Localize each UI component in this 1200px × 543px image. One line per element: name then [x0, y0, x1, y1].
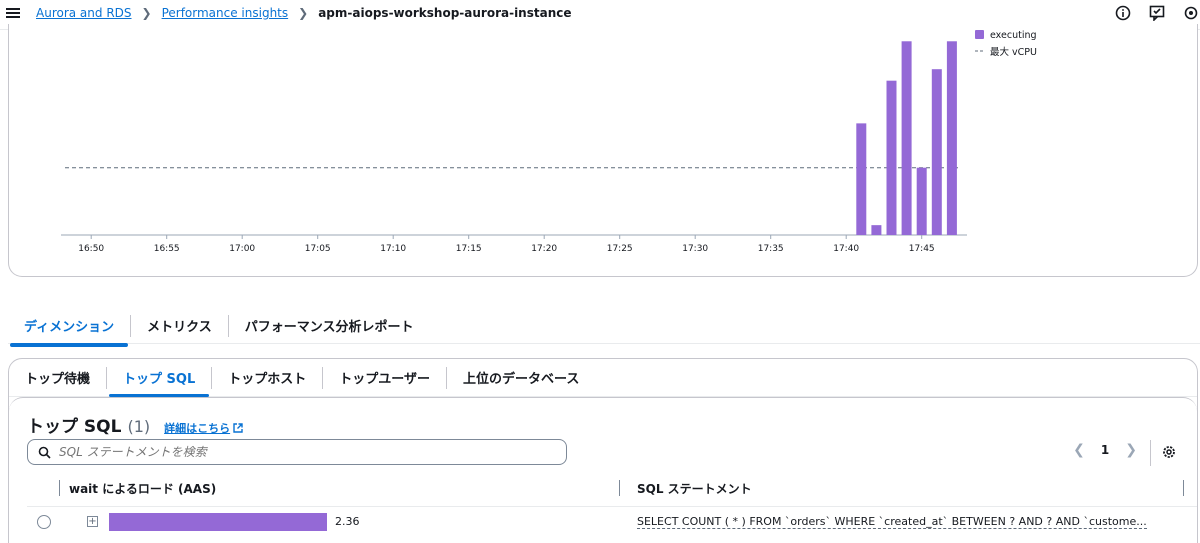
x-tick-label-1725: 17:25 — [607, 244, 633, 254]
x-tick-label-1700: 17:00 — [229, 244, 255, 254]
pager-divider — [1150, 440, 1151, 466]
breadcrumb: Aurora and RDS ❯ Performance insights ❯ … — [36, 6, 572, 20]
x-tick-label-1720: 17:20 — [531, 244, 557, 254]
tab-top-sql[interactable]: トップ SQL — [107, 363, 211, 397]
page-number[interactable]: 1 — [1101, 443, 1109, 457]
legend-swatch-executing — [975, 30, 984, 39]
tab-top-databases[interactable]: 上位のデータベース — [447, 363, 595, 393]
dimension-tab-bar: ディメンション メトリクス パフォーマンス分析レポート — [8, 308, 1200, 347]
info-icon[interactable] — [1114, 4, 1132, 22]
sub-tab-bar: トップ待機 トップ SQL トップホスト トップユーザー 上位のデータベース — [9, 359, 1197, 397]
breadcrumb-current: apm-aiops-workshop-aurora-instance — [318, 6, 572, 20]
bar-1745 — [916, 167, 927, 235]
x-tick-label-1715: 17:15 — [456, 244, 482, 254]
pagination: ❮ 1 ❯ — [1073, 442, 1137, 458]
table-column-headers: wait によるロード (AAS) SQL ステートメント — [27, 478, 1197, 498]
legend-label-executing: executing — [990, 30, 1037, 41]
search-icon — [38, 446, 51, 459]
x-tick-label-1655: 16:55 — [154, 244, 180, 254]
table-row: + 2.36 SELECT COUNT ( * ) FROM `orders` … — [27, 506, 1197, 536]
top-sql-table-card: トップ SQL (1) 詳細はこちら ❮ 1 ❯ wait によるロード (AA… — [9, 397, 1197, 543]
external-link-icon — [233, 423, 243, 433]
tab-top-users[interactable]: トップユーザー — [323, 363, 446, 393]
x-tick-label-1650: 16:50 — [78, 244, 104, 254]
row-select-radio[interactable] — [37, 515, 51, 529]
db-load-chart-card: 16:50 16:55 17:00 17:05 17:10 17:15 17:20 17:25… — [8, 24, 1198, 277]
x-tick-label-1740: 17:40 — [833, 244, 859, 254]
legend-label-max-vcpu: 最大 vCPU — [990, 46, 1037, 58]
info-link[interactable]: 詳細はこちら — [164, 420, 243, 436]
top-dimensions-panel: トップ待機 トップ SQL トップホスト トップユーザー 上位のデータベース ト… — [8, 358, 1198, 543]
chevron-right-icon: ❯ — [141, 6, 152, 20]
chevron-right-icon[interactable]: ❯ — [1125, 442, 1137, 458]
sql-search-field[interactable] — [27, 439, 567, 465]
bar-1747 — [946, 41, 957, 236]
bar-1746 — [931, 69, 942, 235]
menu-icon[interactable] — [6, 6, 20, 20]
breadcrumb-link-performance-insights[interactable]: Performance insights — [162, 6, 289, 20]
column-header-sql[interactable]: SQL ステートメント — [637, 480, 752, 497]
settings-gear-icon[interactable] — [1182, 4, 1200, 22]
x-tick-label-1710: 17:10 — [380, 244, 406, 254]
chevron-left-icon[interactable]: ❮ — [1073, 442, 1085, 458]
load-bar — [109, 513, 327, 531]
bar-1744 — [901, 41, 912, 236]
bar-1742 — [871, 225, 882, 235]
table-header: トップ SQL (1) 詳細はこちら — [27, 412, 243, 437]
db-load-chart: 16:50 16:55 17:00 17:05 17:10 17:15 17:20 17:25… — [61, 30, 1037, 254]
bar-1741 — [856, 123, 867, 235]
tab-top-hosts[interactable]: トップホスト — [212, 363, 322, 393]
column-divider[interactable] — [619, 480, 620, 496]
tab-performance-analysis-report[interactable]: パフォーマンス分析レポート — [229, 311, 430, 341]
x-tick-label-1745: 17:45 — [909, 244, 935, 254]
info-link-label: 詳細はこちら — [164, 422, 231, 435]
table-count: (1) — [127, 417, 151, 436]
x-tick-label-1730: 17:30 — [682, 244, 708, 254]
tab-metrics[interactable]: メトリクス — [131, 311, 228, 341]
expand-icon[interactable]: + — [87, 516, 98, 527]
chevron-right-icon: ❯ — [298, 6, 309, 20]
column-divider[interactable] — [1183, 480, 1184, 496]
column-header-load[interactable]: wait によるロード (AAS) — [69, 480, 216, 497]
gear-icon[interactable] — [1161, 444, 1177, 460]
bar-1743 — [886, 80, 897, 235]
x-tick-label-1705: 17:05 — [305, 244, 331, 254]
tab-dimensions[interactable]: ディメンション — [8, 311, 130, 347]
table-title: トップ SQL — [27, 417, 122, 437]
top-icon-group — [1114, 4, 1200, 22]
column-divider — [59, 480, 60, 496]
tab-top-waits[interactable]: トップ待機 — [9, 363, 106, 393]
x-tick-label-1735: 17:35 — [758, 244, 784, 254]
breadcrumb-link-aurora-rds[interactable]: Aurora and RDS — [36, 6, 132, 20]
sql-statement[interactable]: SELECT COUNT ( * ) FROM `orders` WHERE `… — [637, 515, 1147, 529]
search-input[interactable] — [59, 445, 539, 459]
feedback-icon[interactable] — [1148, 4, 1166, 22]
load-value: 2.36 — [335, 515, 360, 528]
